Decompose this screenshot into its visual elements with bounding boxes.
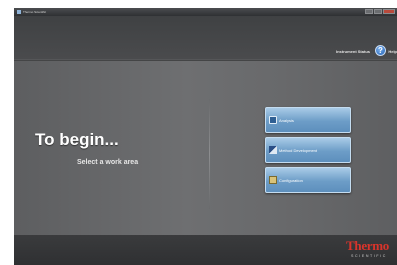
page-subtitle: Select a work area [77,159,139,166]
header-bar: Instrument Status ? Help [14,16,397,60]
help-icon[interactable]: ? [375,45,386,56]
maximize-button[interactable] [374,9,382,14]
method-development-icon [269,146,277,154]
close-button[interactable] [383,9,395,14]
configuration-button[interactable]: Configuration [265,167,351,193]
analysis-button[interactable]: Analysis [265,107,351,133]
app-window: Thermo Scientific Instrument Status ? He… [14,8,397,265]
minimize-button[interactable] [365,9,373,14]
instrument-status-link[interactable]: Instrument Status [336,49,370,54]
scientific-logo-text: SCIENTIFIC [351,254,387,258]
app-icon [17,10,21,14]
window-controls [365,9,395,14]
configuration-icon [269,176,277,184]
page-title: To begin... [35,130,119,149]
divider [209,99,210,209]
work-area-panel: To begin... Select a work area Analysis … [14,61,397,235]
configuration-button-label: Configuration [279,177,303,183]
analysis-button-label: Analysis [279,117,294,123]
help-label[interactable]: Help [388,49,397,54]
method-development-button[interactable]: Method Development [265,137,351,163]
window-title: Thermo Scientific [23,10,47,14]
title-bar: Thermo Scientific [14,8,397,16]
footer-bar: Thermo SCIENTIFIC [14,235,397,265]
thermo-logo: Thermo [346,238,389,253]
analysis-icon [269,116,277,124]
method-development-button-label: Method Development [279,147,318,153]
